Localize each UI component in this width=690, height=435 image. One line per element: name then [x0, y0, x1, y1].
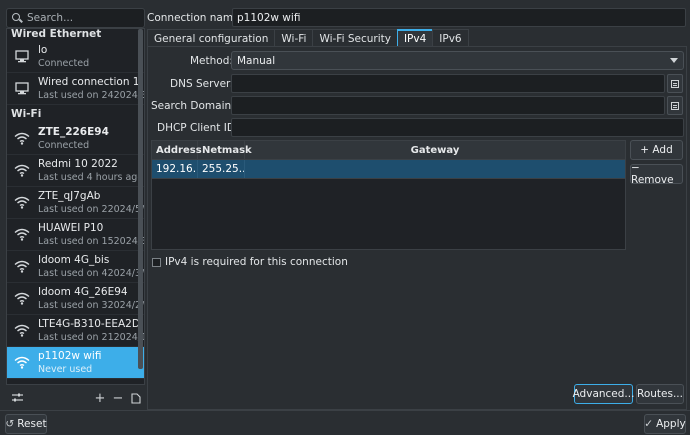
connection-name: p1102w wifi: [38, 349, 102, 362]
connection-item-wifi[interactable]: ZTE_qJ7gAb Last used on 22024/5/: [7, 187, 144, 219]
remove-address-button[interactable]: − Remove: [630, 162, 683, 186]
ipv4-required-label: IPv4 is required for this connection: [165, 256, 348, 268]
wired-icon: [11, 78, 33, 100]
connection-name: HUAWEI P10: [38, 221, 104, 234]
section-title-wifi: Wi-Fi: [11, 108, 42, 120]
ipv4-required-checkbox[interactable]: IPv4 is required for this connection: [152, 256, 348, 268]
tab-bar: General configuration Wi-Fi Wi-Fi Securi…: [147, 29, 469, 47]
connection-name-input[interactable]: p1102w wifi: [232, 8, 686, 27]
section-title-wired: Wired Ethernet: [11, 28, 102, 40]
reset-icon: ↺: [5, 418, 15, 430]
connection-item-wifi[interactable]: Redmi 10 2022 Last used 4 hours ago: [7, 155, 144, 187]
gateway-cell[interactable]: [245, 160, 625, 178]
connection-status: Last used on 22024/5/: [38, 203, 144, 215]
list-edit-icon: [671, 101, 679, 110]
chevron-down-icon: [670, 58, 678, 63]
table-row[interactable]: 192.16... 255.25...: [152, 160, 625, 179]
connection-name: Idoom 4G_26E94: [38, 285, 128, 298]
reset-button[interactable]: ↺ Reset: [5, 414, 47, 434]
routes-button[interactable]: Routes...: [636, 384, 684, 404]
connection-item-lo[interactable]: lo Connected: [7, 41, 144, 73]
tab-wifi-security[interactable]: Wi-Fi Security: [312, 29, 398, 47]
tab-wifi[interactable]: Wi-Fi: [274, 29, 314, 47]
search-placeholder: Search...: [27, 12, 74, 24]
tab-general-configuration[interactable]: General configuration: [147, 29, 276, 47]
tab-ipv6[interactable]: IPv6: [432, 29, 469, 47]
connection-item-wifi[interactable]: Idoom 4G_26E94 Last used on 32024/2/: [7, 283, 144, 315]
connection-status: Connected: [38, 139, 90, 151]
wifi-icon: [11, 288, 33, 310]
dhcp-client-id-input[interactable]: [231, 118, 684, 137]
method-select[interactable]: Manual: [231, 51, 684, 70]
connection-item-wifi[interactable]: LTE4G-B310-EEA2D Last used on 212024/1/: [7, 315, 144, 347]
connection-name: Idoom 4G_bis: [38, 253, 110, 266]
connection-name: ZTE_qJ7gAb: [38, 189, 101, 202]
list-edit-icon: [671, 79, 679, 88]
connection-name: lo: [38, 43, 48, 56]
connection-name: Wired connection 1: [38, 75, 140, 88]
reset-label: Reset: [17, 418, 47, 430]
wired-icon: [11, 46, 33, 68]
dns-servers-input[interactable]: [231, 74, 665, 93]
connection-item-wifi-selected[interactable]: p1102w wifi Never used: [7, 347, 144, 379]
scrollbar-thumb[interactable]: [138, 29, 143, 369]
addresses-table[interactable]: Address Netmask Gateway 192.16... 255.25…: [151, 140, 626, 250]
connection-item-wifi[interactable]: HUAWEI P10 Last used on 152024/3/: [7, 219, 144, 251]
search-icon: [11, 12, 23, 24]
method-value: Manual: [237, 54, 276, 67]
column-header-netmask[interactable]: Netmask: [198, 141, 252, 159]
connection-status: Last used on 212024/1/: [38, 331, 144, 343]
connection-item-wifi[interactable]: ZTE_226E94 Connected: [7, 123, 144, 155]
search-domains-label: Search Domains:: [151, 100, 241, 112]
wifi-icon: [11, 320, 33, 342]
connection-item-wifi[interactable]: Idoom 4G_bis Last used on 42024/3/: [7, 251, 144, 283]
connection-status: Last used on 42024/3/: [38, 267, 144, 279]
advanced-button[interactable]: Advanced...: [573, 384, 634, 404]
sliders-icon[interactable]: [8, 389, 26, 407]
address-cell[interactable]: 192.16...: [152, 160, 198, 178]
footer-bar: [0, 410, 690, 435]
connection-list[interactable]: Wired Ethernet lo Connected Wired connec…: [6, 28, 145, 385]
search-input[interactable]: Search...: [6, 8, 145, 28]
table-header: Address Netmask Gateway: [152, 141, 625, 160]
connection-status: Connected: [38, 57, 90, 69]
search-domains-edit-button[interactable]: [667, 96, 683, 115]
connection-name: Redmi 10 2022: [38, 157, 118, 170]
connection-name: ZTE_226E94: [38, 125, 109, 138]
wifi-icon: [11, 128, 33, 150]
scrollbar[interactable]: [138, 29, 143, 384]
dhcp-client-id-label: DHCP Client ID:: [157, 122, 239, 134]
wifi-icon: [11, 224, 33, 246]
dns-servers-label: DNS Servers:: [170, 78, 240, 90]
netmask-cell[interactable]: 255.25...: [198, 160, 245, 178]
apply-label: Apply: [656, 418, 686, 430]
connection-status: Never used: [38, 363, 93, 375]
export-icon[interactable]: [127, 389, 145, 407]
connection-item-wired-1[interactable]: Wired connection 1 Last used on 242024/3…: [7, 73, 144, 105]
connection-name: LTE4G-B310-EEA2D: [38, 317, 140, 330]
dns-edit-button[interactable]: [667, 74, 683, 93]
connection-name-label: Connection name:: [147, 12, 244, 24]
wifi-icon: [11, 160, 33, 182]
apply-button[interactable]: ✓ Apply: [644, 414, 686, 434]
check-icon: ✓: [644, 418, 654, 430]
add-connection-button[interactable]: +: [91, 389, 109, 407]
remove-connection-button[interactable]: −: [109, 389, 127, 407]
add-address-button[interactable]: + Add: [630, 140, 683, 160]
connection-status: Last used 4 hours ago: [38, 171, 144, 183]
search-domains-input[interactable]: [231, 96, 665, 115]
connection-list-toolbar: + −: [6, 388, 145, 408]
connection-status: Last used on 32024/2/: [38, 299, 144, 311]
checkbox[interactable]: [152, 257, 161, 267]
method-label: Method:: [190, 55, 233, 67]
column-header-address[interactable]: Address: [152, 141, 202, 159]
connection-status: Last used on 152024/3/: [38, 235, 144, 247]
wifi-icon: [11, 256, 33, 278]
wifi-icon: [11, 192, 33, 214]
tab-ipv4[interactable]: IPv4: [396, 29, 434, 47]
connection-status: Last used on 242024/3/: [38, 89, 144, 101]
column-header-gateway[interactable]: Gateway: [245, 141, 625, 159]
wifi-icon: [11, 352, 33, 374]
